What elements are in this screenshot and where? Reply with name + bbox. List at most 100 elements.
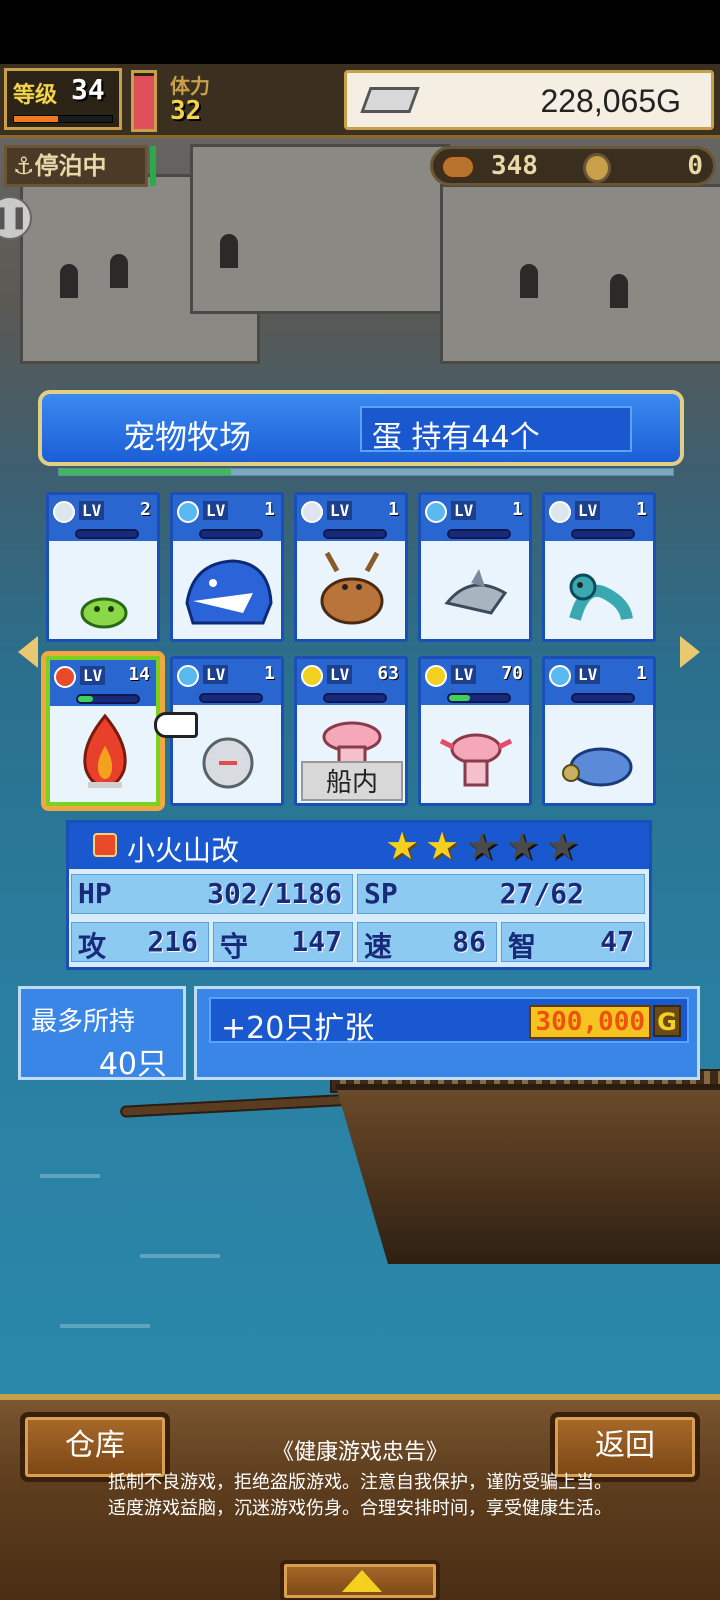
rarity-stars: ★ ★ ★ ★ ★ <box>385 825 585 867</box>
intelligence-cell: 智 47 <box>501 922 645 963</box>
gold-display[interactable]: 228,065G <box>344 70 714 130</box>
intelligence-label: 智 <box>508 930 537 963</box>
medal-value: 0 <box>687 151 703 181</box>
grey-shark-sprite <box>431 543 521 629</box>
ship-hull <box>335 1084 720 1264</box>
attack-value: 216 <box>147 925 198 958</box>
pet-level: 63 <box>377 663 399 684</box>
level-tag: LV <box>79 501 105 520</box>
pet-hp-bar <box>323 529 387 539</box>
pet-level: 70 <box>501 663 523 684</box>
level-tag: LV <box>575 501 601 520</box>
level-tag: LV <box>575 665 601 684</box>
pet-level: 1 <box>636 499 647 520</box>
castle-wall <box>190 144 450 314</box>
stamina-fill <box>134 75 154 129</box>
intelligence-value: 47 <box>600 925 634 958</box>
level-value: 34 <box>71 73 105 106</box>
on-ship-badge: 船内 <box>301 761 403 801</box>
defense-label: 守 <box>220 930 249 963</box>
pet-card[interactable]: LV 70 <box>418 656 532 806</box>
neutral-element-icon <box>549 501 571 523</box>
panel-header: 宠物牧场 蛋 持有44个 <box>38 390 684 466</box>
expand-capacity-button[interactable]: +20只扩张 300,000 G <box>209 997 689 1046</box>
pet-card[interactable]: LV 2 <box>46 492 160 642</box>
castle-window <box>520 264 538 298</box>
neutral-element-icon <box>53 501 75 523</box>
pet-level: 1 <box>636 663 647 684</box>
stamina-value: 32 <box>170 96 202 126</box>
health-notice-line-2: 适度游戏益脑，沉迷游戏伤身。合理安排时间，享受健康生活。 <box>108 1498 612 1519</box>
pet-hp-fill <box>201 531 261 537</box>
pet-hp-bar <box>447 693 511 703</box>
fire-element-icon <box>93 833 117 857</box>
pet-hp-fill <box>449 695 470 701</box>
pet-hp-fill <box>573 531 633 537</box>
pet-card[interactable]: LV 1 <box>542 656 656 806</box>
docked-label: 停泊中 <box>34 152 107 180</box>
pet-hp-bar <box>447 529 511 539</box>
food-icon <box>441 155 475 179</box>
pet-hp-bar <box>199 693 263 703</box>
pointing-hand-icon <box>154 712 198 738</box>
scroll-progress-fill <box>59 469 231 475</box>
level-tag: LV <box>203 665 229 684</box>
water-element-icon <box>425 501 447 523</box>
capacity-value: 40只 <box>98 1047 167 1082</box>
pet-name: 小火山改 <box>127 834 240 867</box>
capacity-box: 最多所持 40只 <box>18 986 186 1082</box>
fire-element-icon <box>54 666 76 688</box>
pet-level: 1 <box>264 663 275 684</box>
sp-value: 27/62 <box>499 877 584 910</box>
pet-hp-bar <box>76 694 140 704</box>
pet-card[interactable]: LV 1 <box>418 492 532 642</box>
attack-label: 攻 <box>78 930 107 963</box>
castle-window <box>610 274 628 308</box>
pet-card[interactable]: LV 1 <box>542 492 656 642</box>
pet-hp-fill <box>449 531 509 537</box>
castle-wall <box>440 184 720 364</box>
pet-hp-bar <box>571 693 635 703</box>
page-right-arrow[interactable] <box>680 636 700 668</box>
level-tag: LV <box>451 665 477 684</box>
level-tag: LV <box>451 501 477 520</box>
pet-card[interactable]: LV 63 船内 <box>294 656 408 806</box>
expand-label: +20只扩张 <box>221 1011 375 1046</box>
pet-ranch-panel: 宠物牧场 蛋 持有44个 LV 2 LV 1 LV 1 LV 1 LV 1 LV 14 LV 1 LV 63 船… <box>14 390 700 976</box>
castle-window <box>220 234 238 268</box>
pet-card[interactable]: LV 14 <box>46 656 160 806</box>
expand-menu-button[interactable] <box>280 1560 440 1600</box>
pet-card[interactable]: LV 1 <box>294 492 408 642</box>
xp-fill <box>14 116 59 122</box>
pet-name-row: 小火山改 ★ ★ ★ ★ ★ <box>69 823 649 869</box>
wave <box>60 1324 150 1328</box>
medal-icon <box>583 153 611 183</box>
pet-level: 1 <box>264 499 275 520</box>
attack-cell: 攻 216 <box>71 922 209 963</box>
docked-status[interactable]: ⚓停泊中 <box>4 145 148 187</box>
signal-indicator <box>150 146 156 186</box>
star-filled-icon: ★ <box>425 824 460 868</box>
star-filled-icon: ★ <box>385 824 420 868</box>
pet-hp-fill <box>325 695 385 701</box>
hp-value: 302/1186 <box>207 877 342 910</box>
hp-cell: HP 302/1186 <box>71 874 353 914</box>
bottom-bar: 仓库 返回 《健康游戏忠告》 抵制不良游戏，拒绝盗版游戏。注意自我保护，谨防受骗… <box>0 1394 720 1600</box>
egg-count-button[interactable]: 蛋 持有44个 <box>360 406 632 455</box>
pet-hp-fill <box>325 531 385 537</box>
pet-card[interactable]: LV 1 <box>170 492 284 642</box>
brown-moose-sprite <box>307 543 397 629</box>
level-box: 等级 34 <box>4 68 122 130</box>
stat-row-attributes: 攻 216 守 147 速 86 智 47 <box>69 919 649 965</box>
water-element-icon <box>177 501 199 523</box>
blue-sea-monster-sprite <box>183 543 273 629</box>
defense-cell: 守 147 <box>213 922 353 963</box>
egg-count-label: 蛋 持有44个 <box>372 420 540 455</box>
castle-window <box>60 264 78 298</box>
pink-crab-sprite <box>431 707 521 793</box>
page-left-arrow[interactable] <box>18 636 38 668</box>
level-tag: LV <box>327 501 353 520</box>
defense-value: 147 <box>291 925 342 958</box>
food-value: 348 <box>491 151 538 181</box>
speed-cell: 速 86 <box>357 922 497 963</box>
